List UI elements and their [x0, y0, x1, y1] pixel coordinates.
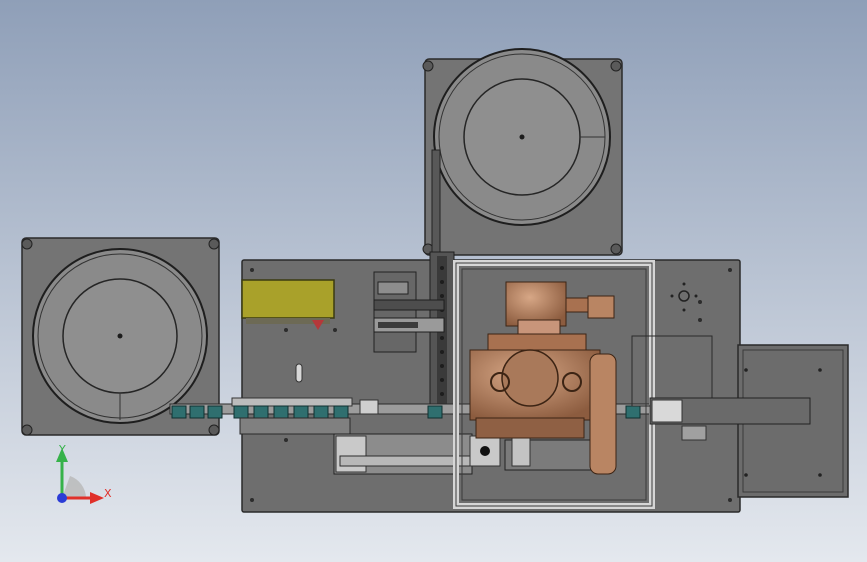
triad-z-axis	[57, 493, 67, 503]
triad-y-label: Y	[58, 443, 66, 456]
triad-x-label: X	[104, 487, 112, 500]
control-box[interactable]	[241, 279, 335, 330]
bowl-feeder-top[interactable]	[422, 48, 623, 256]
linear-slide-assembly[interactable]	[333, 433, 596, 475]
cad-viewport[interactable]: Y X	[0, 0, 867, 562]
